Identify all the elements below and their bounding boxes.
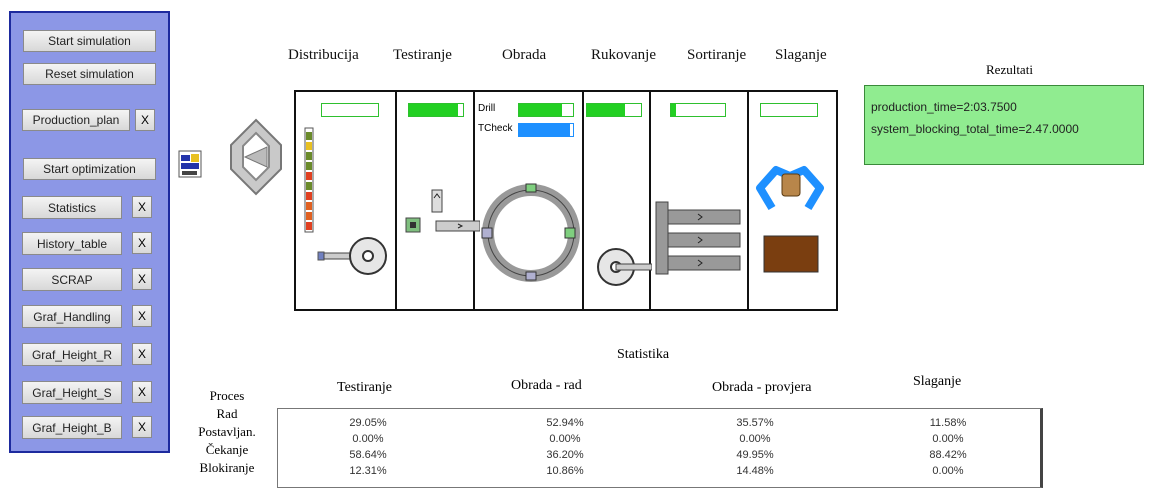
handling-arm-icon — [597, 248, 652, 286]
statistics-close-button[interactable]: X — [132, 196, 152, 218]
tcheck-label: TCheck — [478, 123, 513, 134]
stage-label-testiranje: Testiranje — [393, 47, 452, 63]
tcheck-level-bar — [518, 123, 574, 137]
control-panel: Start simulation Reset simulation Produc… — [9, 11, 170, 453]
statistics-table: 29.05% 52.94% 35.57% 11.58% 0.00% 0.00% … — [277, 408, 1043, 488]
stage-label-slaganje: Slaganje — [775, 47, 827, 63]
graf-height-b-close-button[interactable]: X — [132, 416, 152, 438]
testiranje-level-bar — [408, 103, 464, 117]
stage-label-distribucija: Distribucija — [288, 47, 359, 63]
statistics-button[interactable]: Statistics — [22, 196, 122, 219]
graf-height-r-button[interactable]: Graf_Height_R — [22, 343, 122, 366]
history-table-close-button[interactable]: X — [132, 232, 152, 254]
source-gear-icon[interactable] — [227, 117, 285, 197]
row-label-blokiranje: Blokiranje — [199, 460, 255, 475]
stat-cell: 52.94% — [546, 417, 584, 429]
start-simulation-button[interactable]: Start simulation — [23, 30, 156, 52]
stat-cell: 49.95% — [736, 449, 774, 461]
sortiranje-level-fill — [671, 104, 677, 116]
station-divider — [395, 92, 397, 309]
row-label-proces: Proces — [209, 388, 245, 403]
stat-cell: 36.20% — [546, 449, 584, 461]
drill-level-bar — [518, 103, 574, 117]
row-label-rad: Rad — [216, 406, 238, 421]
row-label-postavljanje: Postavljan. — [198, 424, 256, 439]
column-header-testiranje: Testiranje — [337, 380, 392, 395]
row-label-cekanje: Čekanje — [205, 442, 249, 457]
stat-cell: 14.48% — [736, 465, 774, 477]
tcheck-level-fill — [519, 124, 571, 136]
stat-cell: 0.00% — [739, 433, 771, 445]
blocking-time-value: system_blocking_total_time=2.47.0000 — [871, 122, 1079, 136]
stat-cell: 0.00% — [932, 465, 964, 477]
station-divider — [582, 92, 584, 309]
distribucija-level-bar — [321, 103, 379, 117]
production-plan-button[interactable]: Production_plan — [22, 109, 130, 131]
rotary-table-icon — [481, 183, 580, 282]
rukovanje-level-bar — [586, 103, 642, 117]
event-controller-icon[interactable] — [178, 149, 204, 179]
station-divider — [747, 92, 749, 309]
results-title: Rezultati — [986, 62, 1033, 77]
stat-cell: 35.57% — [736, 417, 774, 429]
stat-cell: 0.00% — [549, 433, 581, 445]
drill-label: Drill — [478, 103, 496, 114]
column-header-obrada-rad: Obrada - rad — [511, 378, 582, 393]
scrap-close-button[interactable]: X — [132, 268, 152, 290]
production-plan-close-button[interactable]: X — [135, 109, 155, 131]
statistics-title: Statistika — [617, 347, 670, 362]
column-header-obrada-provjera: Obrada - provjera — [712, 380, 812, 395]
stat-cell: 29.05% — [349, 417, 387, 429]
stat-cell: 0.00% — [352, 433, 384, 445]
column-header-slaganje: Slaganje — [913, 374, 962, 389]
stat-cell: 58.64% — [349, 449, 387, 461]
stat-cell: 88.42% — [929, 449, 967, 461]
graf-height-s-button[interactable]: Graf_Height_S — [22, 381, 122, 404]
testiranje-level-fill — [409, 104, 458, 116]
stat-cell: 11.58% — [929, 417, 967, 429]
scrap-button[interactable]: SCRAP — [22, 268, 122, 291]
graf-handling-close-button[interactable]: X — [132, 305, 152, 327]
sorting-conveyor-icon — [655, 201, 741, 275]
history-table-button[interactable]: History_table — [22, 232, 122, 255]
results-panel: production_time=2:03.7500 system_blockin… — [864, 85, 1144, 165]
graf-height-r-close-button[interactable]: X — [132, 343, 152, 365]
start-optimization-button[interactable]: Start optimization — [23, 158, 156, 180]
stat-cell: 10.86% — [546, 465, 584, 477]
stat-cell: 12.31% — [349, 465, 387, 477]
graf-handling-button[interactable]: Graf_Handling — [22, 305, 122, 328]
reset-simulation-button[interactable]: Reset simulation — [23, 63, 156, 85]
stat-cell: 0.00% — [932, 433, 964, 445]
sortiranje-level-bar — [670, 103, 726, 117]
graf-height-s-close-button[interactable]: X — [132, 381, 152, 403]
stage-label-sortiranje: Sortiranje — [687, 47, 747, 63]
stage-label-obrada: Obrada — [502, 47, 547, 63]
plant-layout: Drill TCheck — [294, 90, 838, 311]
stacking-robot-icon — [756, 166, 824, 273]
graf-height-b-button[interactable]: Graf_Height_B — [22, 416, 122, 439]
rukovanje-level-fill — [587, 104, 625, 116]
distribution-magazine-icon — [304, 127, 387, 275]
stage-label-rukovanje: Rukovanje — [591, 47, 656, 63]
testing-unit-icon — [405, 189, 480, 233]
production-time-value: production_time=2:03.7500 — [871, 100, 1017, 114]
slaganje-level-bar — [760, 103, 818, 117]
drill-level-fill — [519, 104, 563, 116]
